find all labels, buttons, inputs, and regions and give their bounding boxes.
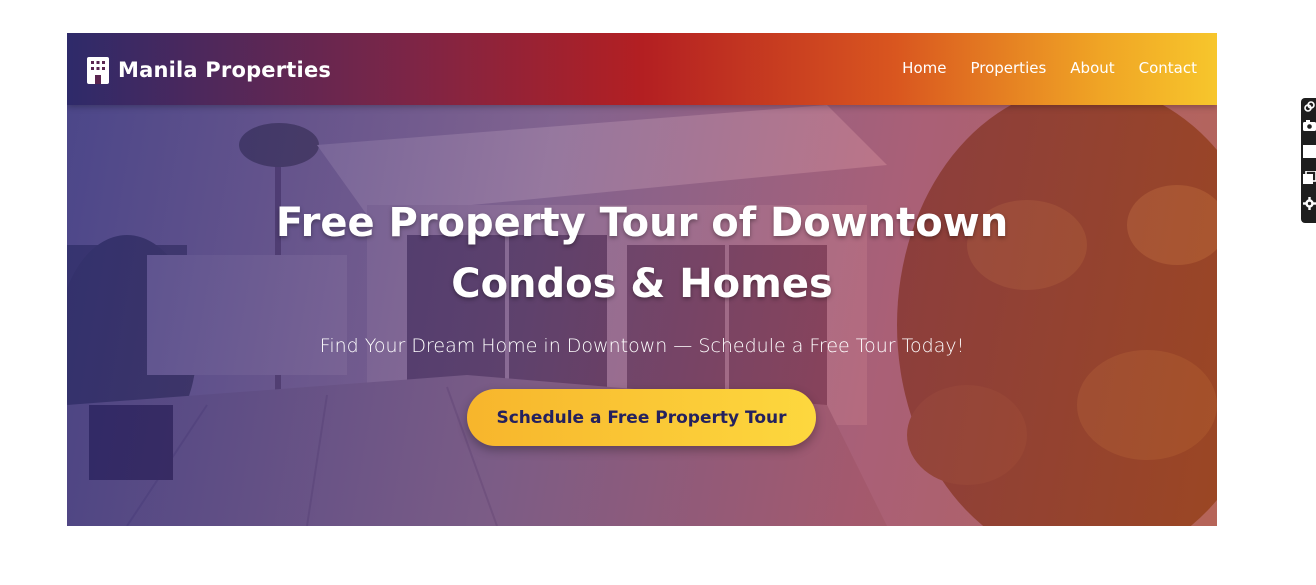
side-toolbar	[1301, 98, 1316, 223]
hero-title: Free Property Tour of Downtown Condos & …	[275, 200, 1009, 307]
landing-page: Manila Properties Home Properties About …	[67, 33, 1217, 526]
camera-icon[interactable]	[1303, 119, 1316, 132]
square-icon[interactable]	[1303, 145, 1316, 158]
hero-subtitle: Find Your Dream Home in Downtown — Sched…	[319, 335, 965, 357]
schedule-tour-button[interactable]: Schedule a Free Property Tour	[467, 389, 816, 446]
nav-link-properties[interactable]: Properties	[970, 59, 1046, 77]
nav-link-about[interactable]: About	[1070, 59, 1114, 77]
nav-link-contact[interactable]: Contact	[1139, 59, 1197, 77]
building-icon	[87, 56, 109, 84]
brand-logo[interactable]: Manila Properties	[87, 55, 331, 85]
site-header: Manila Properties Home Properties About …	[67, 33, 1217, 105]
main-nav: Home Properties About Contact	[902, 59, 1197, 77]
gear-icon[interactable]	[1303, 197, 1316, 210]
hero-section: Free Property Tour of Downtown Condos & …	[67, 105, 1217, 526]
hero-content: Free Property Tour of Downtown Condos & …	[67, 105, 1217, 526]
nav-link-home[interactable]: Home	[902, 59, 946, 77]
copy-icon[interactable]	[1303, 171, 1316, 184]
link-icon[interactable]	[1303, 100, 1316, 113]
brand-name: Manila Properties	[118, 58, 332, 82]
